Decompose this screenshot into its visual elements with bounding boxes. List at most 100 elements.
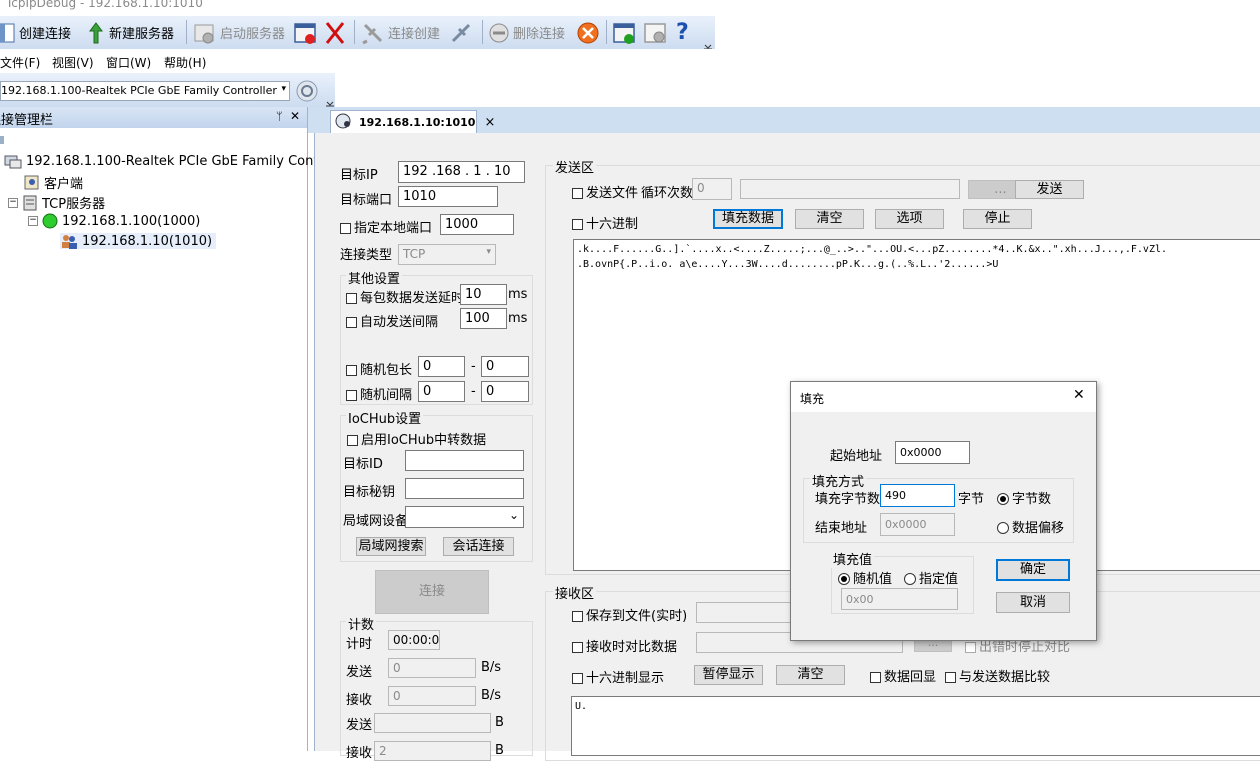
hex-display-checkbox[interactable]: 十六进制显示 bbox=[572, 667, 664, 686]
random-gap-check[interactable] bbox=[346, 390, 357, 401]
fill-value-input[interactable]: 0x00 bbox=[841, 588, 958, 610]
close-icon[interactable]: ✕ bbox=[1073, 387, 1085, 403]
options-button[interactable]: 选项 bbox=[875, 209, 944, 229]
mode-offset-radio[interactable]: 数据偏移 bbox=[997, 517, 1064, 536]
close-icon[interactable]: ✕ bbox=[290, 109, 300, 123]
mode-bytes-radio[interactable]: 字节数 bbox=[997, 488, 1051, 507]
lan-device-select[interactable]: ⌄ bbox=[405, 506, 524, 528]
random-gap-checkbox[interactable]: 随机间隔 bbox=[346, 384, 412, 403]
value-random-radio-dot[interactable] bbox=[838, 573, 850, 585]
iochub-enable-checkbox[interactable]: 启用IoCHub中转数据 bbox=[347, 429, 486, 448]
start-button[interactable] bbox=[612, 16, 638, 49]
target-key-input[interactable] bbox=[405, 478, 524, 499]
send-file-check[interactable] bbox=[572, 188, 583, 199]
random-length-check[interactable] bbox=[346, 365, 357, 376]
adapter-select[interactable]: 192.168.1.100-Realtek PCIe GbE Family Co… bbox=[0, 81, 290, 101]
delete-server-button[interactable] bbox=[323, 16, 347, 49]
stop-button[interactable]: 停止 bbox=[963, 209, 1032, 229]
send-button[interactable]: 发送 bbox=[1015, 180, 1084, 199]
compare-send-check[interactable] bbox=[945, 672, 956, 683]
send-delay-input[interactable]: 10 bbox=[460, 284, 507, 305]
send-clear-button[interactable]: 清空 bbox=[795, 209, 864, 229]
local-port-check[interactable] bbox=[340, 223, 351, 234]
target-ip-input[interactable]: 192 .168 . 1 . 10 bbox=[398, 161, 525, 183]
target-id-input[interactable] bbox=[405, 450, 524, 471]
iochub-enable-check[interactable] bbox=[347, 435, 358, 446]
random-gap-min-input[interactable]: 0 bbox=[418, 381, 465, 402]
tree-node-tcp-server[interactable]: − TCP服务器 bbox=[8, 193, 105, 212]
local-port-input[interactable]: 1000 bbox=[440, 214, 514, 235]
stop-server-button[interactable] bbox=[293, 16, 319, 49]
conn-type-select[interactable]: TCP ▾ bbox=[398, 244, 496, 265]
start-address-input[interactable]: 0x0000 bbox=[895, 441, 970, 464]
fill-bytes-input[interactable]: 490 bbox=[880, 484, 955, 507]
plug-disabled-icon bbox=[361, 21, 385, 45]
local-port-checkbox[interactable]: 指定本地端口 bbox=[340, 217, 432, 236]
send-file-checkbox[interactable]: 发送文件 bbox=[572, 182, 638, 201]
stop-on-error-check[interactable] bbox=[965, 642, 976, 653]
tab-connection[interactable]: 192.168.1.10:1010 × bbox=[330, 110, 495, 134]
value-specified-radio[interactable]: 指定值 bbox=[904, 568, 958, 587]
tree-node-adapter[interactable]: 192.168.1.100-Realtek PCIe GbE Family Co… bbox=[4, 153, 352, 169]
tree-node-server[interactable]: − 192.168.1.100(1000) bbox=[28, 213, 200, 229]
echo-checkbox[interactable]: 数据回显 bbox=[870, 666, 936, 685]
pin-icon[interactable]: ᛘ bbox=[276, 110, 283, 123]
settings-button[interactable] bbox=[643, 16, 669, 49]
tab-close-icon[interactable]: × bbox=[484, 115, 495, 130]
refresh-button[interactable] bbox=[295, 79, 319, 106]
compare-check[interactable] bbox=[572, 642, 583, 653]
send-delay-checkbox[interactable]: 每包数据发送延时 bbox=[346, 287, 464, 306]
loop-count-input[interactable]: 0 bbox=[692, 178, 732, 200]
save-to-file-checkbox[interactable]: 保存到文件(实时) bbox=[572, 605, 687, 624]
ok-button[interactable]: 确定 bbox=[996, 559, 1070, 581]
start-server-button[interactable]: 启动服务器 bbox=[193, 16, 285, 49]
panel-toolbar-icon[interactable] bbox=[0, 134, 6, 146]
create-connection-button[interactable]: 创建连接 bbox=[0, 16, 71, 49]
delete-connection-button[interactable]: 删除连接 bbox=[488, 16, 565, 49]
random-length-min-input[interactable]: 0 bbox=[418, 356, 465, 377]
menu-view[interactable]: 视图(V) bbox=[52, 54, 94, 71]
hex-display-check[interactable] bbox=[572, 673, 583, 684]
fill-data-button[interactable]: 填充数据 bbox=[713, 209, 783, 229]
value-random-radio[interactable]: 随机值 bbox=[838, 568, 892, 587]
menu-window[interactable]: 窗口(W) bbox=[106, 54, 151, 71]
new-server-button[interactable]: 新建服务器 bbox=[86, 16, 174, 49]
mode-bytes-radio-dot[interactable] bbox=[997, 493, 1009, 505]
lan-search-button[interactable]: 局域网搜索 bbox=[356, 537, 426, 556]
send-delay-check[interactable] bbox=[346, 293, 357, 304]
random-length-checkbox[interactable]: 随机包长 bbox=[346, 359, 412, 378]
session-connect-button[interactable]: 会话连接 bbox=[443, 537, 514, 556]
recv-data-textarea[interactable]: U. bbox=[571, 696, 1260, 756]
menu-help[interactable]: 帮助(H) bbox=[164, 54, 206, 71]
compare-send-checkbox[interactable]: 与发送数据比较 bbox=[945, 666, 1050, 685]
end-address-input[interactable]: 0x0000 bbox=[880, 513, 955, 536]
send-file-path-input[interactable] bbox=[740, 179, 960, 199]
connect-create-button[interactable]: 连接创建 bbox=[361, 16, 440, 49]
random-gap-max-input[interactable]: 0 bbox=[481, 381, 529, 402]
save-file-path-input[interactable] bbox=[696, 602, 796, 623]
collapse-icon[interactable]: − bbox=[28, 216, 38, 226]
auto-send-check[interactable] bbox=[346, 317, 357, 328]
help-button[interactable]: ? bbox=[676, 16, 689, 49]
random-length-max-input[interactable]: 0 bbox=[481, 356, 529, 377]
tree-node-client-conn[interactable]: 192.168.1.10(1010) bbox=[60, 233, 217, 249]
auto-send-checkbox[interactable]: 自动发送间隔 bbox=[346, 311, 438, 330]
recv-clear-button[interactable]: 清空 bbox=[776, 665, 845, 685]
compare-checkbox[interactable]: 接收时对比数据 bbox=[572, 636, 677, 655]
mode-offset-radio-dot[interactable] bbox=[997, 522, 1009, 534]
send-hex-checkbox[interactable]: 十六进制 bbox=[572, 213, 638, 232]
cancel-button[interactable]: 取消 bbox=[996, 592, 1070, 613]
send-hex-check[interactable] bbox=[572, 219, 583, 230]
tree-node-client[interactable]: 客户端 bbox=[24, 173, 83, 192]
value-specified-radio-dot[interactable] bbox=[904, 573, 916, 585]
collapse-icon[interactable]: − bbox=[8, 197, 18, 208]
pause-display-button[interactable]: 暂停显示 bbox=[694, 665, 763, 685]
disconnect-button[interactable] bbox=[449, 16, 473, 49]
echo-check[interactable] bbox=[870, 672, 881, 683]
menu-file[interactable]: 文件(F) bbox=[0, 54, 40, 71]
target-port-input[interactable]: 1010 bbox=[398, 186, 498, 207]
auto-send-input[interactable]: 100 bbox=[460, 308, 507, 329]
connect-button[interactable]: 连接 bbox=[375, 570, 489, 614]
save-to-file-check[interactable] bbox=[572, 611, 583, 622]
close-all-button[interactable] bbox=[576, 16, 600, 49]
